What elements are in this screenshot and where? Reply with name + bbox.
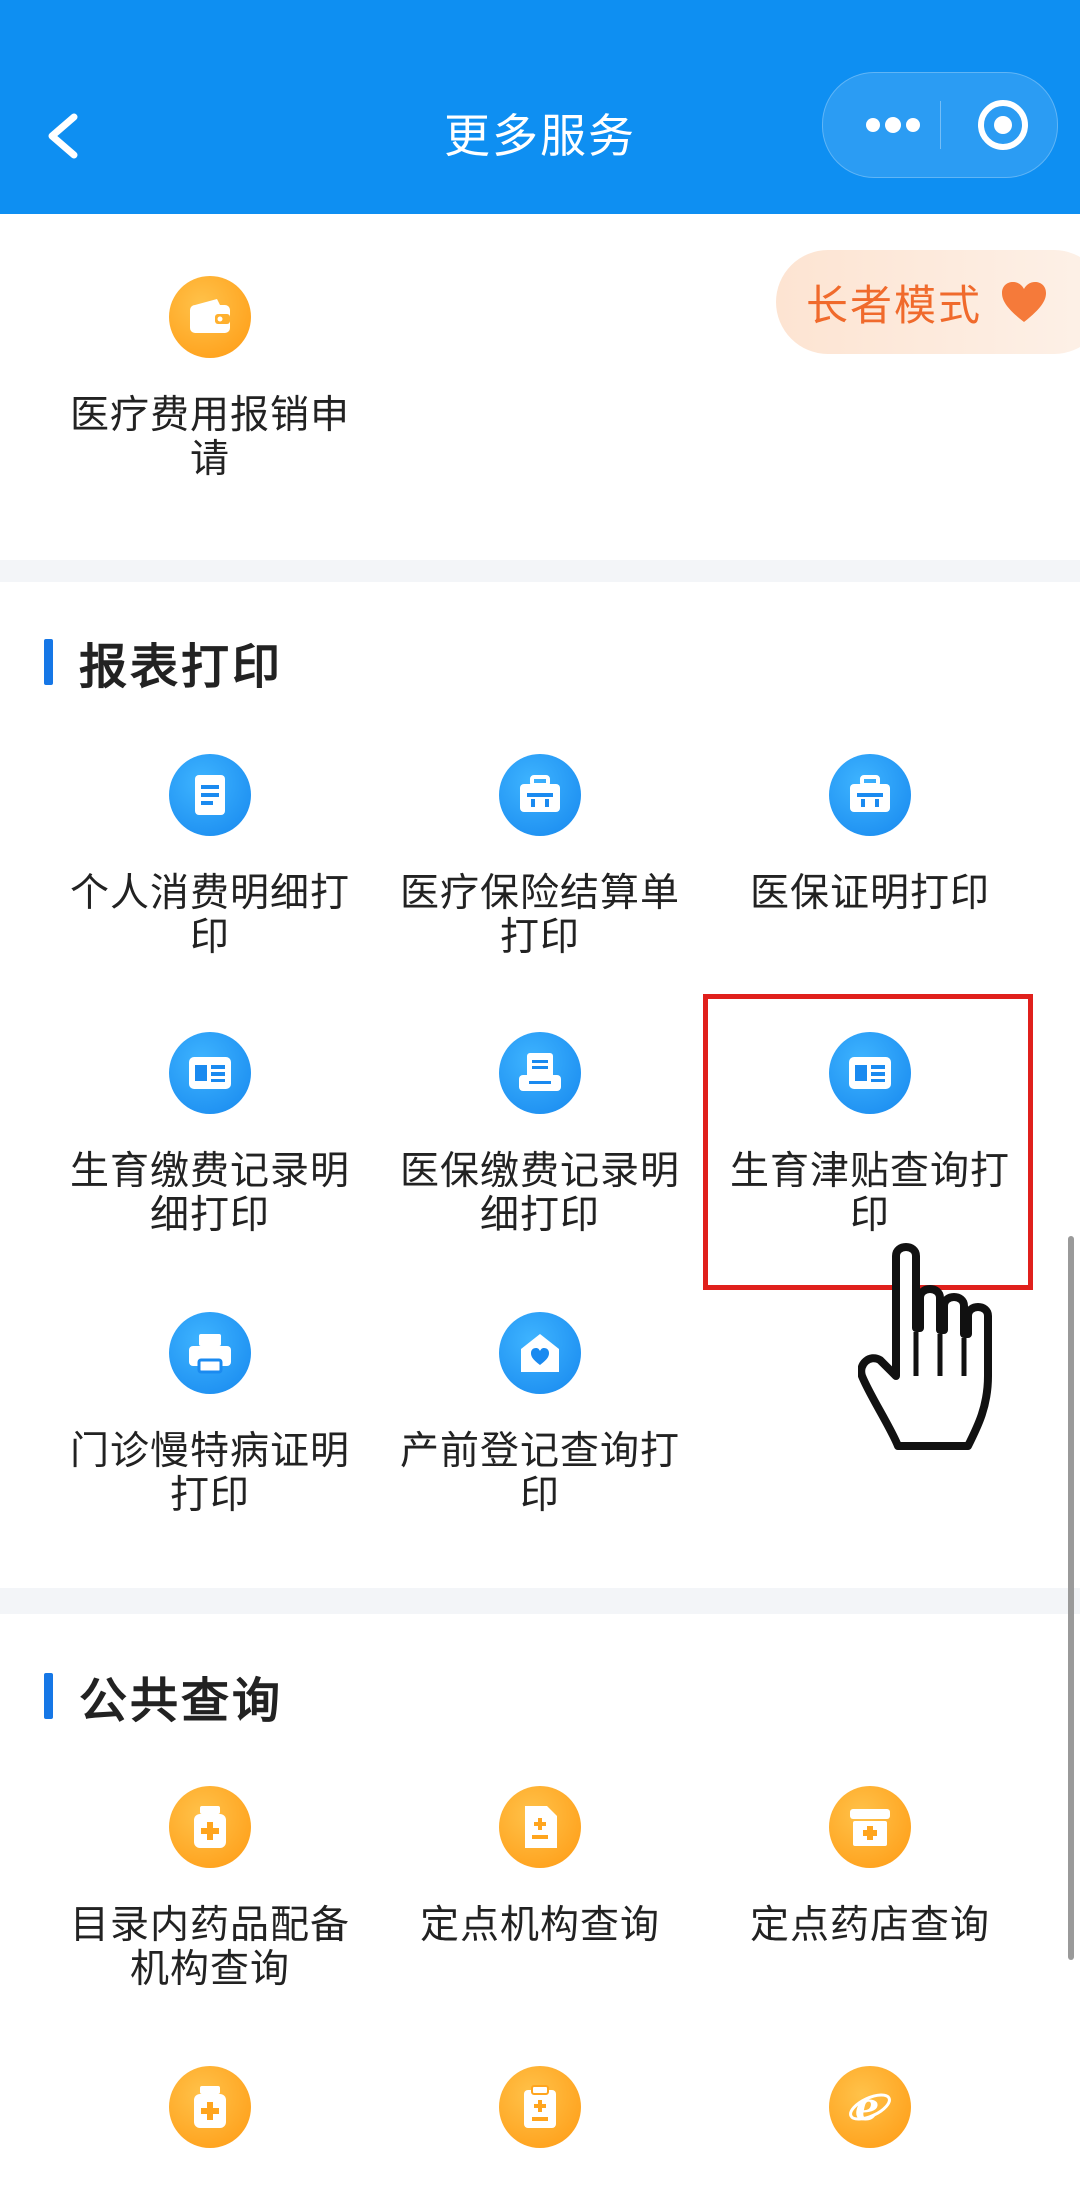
briefcase-icon [499, 754, 581, 836]
section-title-text: 公共查询 [79, 1673, 284, 1729]
service-item-label: 门诊慢特病证明打印 [69, 1429, 350, 1518]
medicine-bottle-icon [169, 2066, 251, 2148]
heart-icon [1002, 282, 1047, 322]
more-button[interactable] [853, 73, 933, 177]
section-accent-bar [44, 1673, 53, 1719]
briefcase-icon [829, 754, 911, 836]
service-item-label: 定点药店查询 [749, 1903, 990, 1948]
service-item-label: 产前登记查询打印 [399, 1429, 680, 1518]
section-title-text: 报表打印 [79, 639, 284, 695]
service-item-insurance-payment-print[interactable]: 医保缴费记录明细打印 [375, 1032, 705, 1238]
printer-tray-icon [499, 1032, 581, 1114]
capsule-divider [940, 101, 941, 149]
service-item-label: 生育缴费记录明细打印 [69, 1149, 350, 1238]
service-item-insurance-settlement-print[interactable]: 医疗保险结算单打印 [375, 754, 705, 960]
service-item-query-6[interactable]: e [705, 2066, 1035, 2148]
top-navigation-bar: 更多服务 [0, 0, 1080, 214]
section-accent-bar [44, 639, 53, 685]
house-heart-icon [499, 1312, 581, 1394]
section-title-public-query: 公共查询 [44, 1666, 283, 1729]
service-item-label: 定点机构查询 [419, 1903, 660, 1948]
target-circle-icon [978, 100, 1028, 150]
service-item-prenatal-registration-print[interactable]: 产前登记查询打印 [375, 1312, 705, 1518]
section-title-report-print: 报表打印 [44, 632, 283, 695]
browser-e-icon: e [829, 2066, 911, 2148]
document-icon [169, 754, 251, 836]
service-item-label: 目录内药品配备机构查询 [69, 1903, 350, 1992]
service-item-label: 个人消费明细打印 [69, 871, 350, 960]
wallet-icon [169, 276, 251, 358]
service-item-label: 医保缴费记录明细打印 [399, 1149, 680, 1238]
service-item-insurance-certificate-print[interactable]: 医保证明打印 [705, 754, 1035, 916]
service-item-label: 医疗费用报销申请 [69, 393, 350, 482]
service-item-medical-reimbursement[interactable]: 医疗费用报销申请 [45, 276, 375, 482]
service-item-designated-institution-query[interactable]: 定点机构查询 [375, 1786, 705, 1948]
scrollbar[interactable] [1068, 1236, 1074, 1960]
svg-text:e: e [855, 2084, 879, 2129]
service-item-outpatient-chronic-print[interactable]: 门诊慢特病证明打印 [45, 1312, 375, 1518]
service-item-designated-pharmacy-query[interactable]: 定点药店查询 [705, 1786, 1035, 1948]
service-item-personal-expense-print[interactable]: 个人消费明细打印 [45, 754, 375, 960]
printer-icon [169, 1312, 251, 1394]
service-item-query-5[interactable] [375, 2066, 705, 2148]
elder-mode-label: 长者模式 [806, 280, 983, 330]
pharmacy-store-icon [829, 1786, 911, 1868]
service-item-label: 医保证明打印 [749, 871, 990, 916]
service-item-drug-institution-query[interactable]: 目录内药品配备机构查询 [45, 1786, 375, 1992]
medicine-bottle-icon [169, 1786, 251, 1868]
service-item-label: 医疗保险结算单打印 [399, 871, 680, 960]
clipboard-icon [499, 2066, 581, 2148]
close-mini-program-button[interactable] [958, 73, 1048, 177]
mini-program-capsule [822, 72, 1058, 178]
more-dots-icon [866, 117, 920, 133]
elder-mode-button[interactable]: 长者模式 [776, 250, 1080, 354]
service-item-maternity-payment-print[interactable]: 生育缴费记录明细打印 [45, 1032, 375, 1238]
news-card-icon [169, 1032, 251, 1114]
hand-pointer-icon [858, 1243, 992, 1450]
medical-file-icon [499, 1786, 581, 1868]
service-item-query-4[interactable] [45, 2066, 375, 2148]
